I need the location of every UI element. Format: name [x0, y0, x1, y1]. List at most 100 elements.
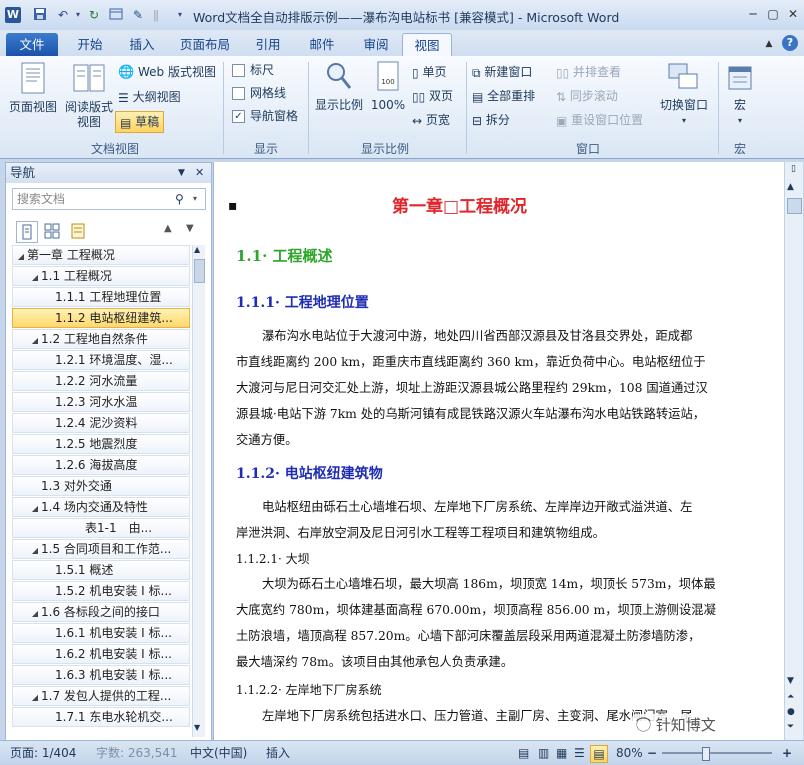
sync-scroll-button[interactable]: ⇅ 同步滚动 [556, 86, 618, 106]
gridlines-checkbox[interactable]: 网格线 [232, 83, 286, 103]
new-window-button[interactable]: ⧉ 新建窗口 [472, 62, 532, 82]
word-app-icon[interactable]: W [5, 7, 21, 23]
tree-scroll-thumb[interactable] [194, 259, 205, 283]
print-layout-button[interactable]: 页面视图 [6, 62, 60, 115]
two-pages-button[interactable]: ▯▯ 双页 [412, 86, 453, 106]
heading-tree-scrollbar[interactable]: ▲ ▼ [192, 245, 205, 737]
ribbon-minimize-icon[interactable]: ▲ [760, 36, 778, 52]
heading-tree-item[interactable]: 1.2.1 环境温度、湿... [12, 350, 190, 370]
heading-tree-item[interactable]: 表1-1 由... [12, 518, 190, 538]
next-page-icon[interactable]: ⏷ [787, 722, 794, 732]
heading-tree-item[interactable]: ◢ 1.2 工程地自然条件 [12, 329, 190, 349]
collapse-triangle-icon[interactable]: ◢ [29, 604, 41, 621]
ruler-checkbox[interactable]: 标尺 [232, 60, 274, 80]
draft-view-icon[interactable]: ▤ [590, 745, 608, 763]
switch-windows-button[interactable]: 切换窗口 ▾ [654, 62, 714, 128]
page-width-button[interactable]: ↔ 页宽 [412, 110, 450, 130]
heading-tree-item[interactable]: 1.2.6 海拔高度 [12, 455, 190, 475]
search-document-field[interactable]: 搜索文档 ⚲ ▾ [12, 188, 206, 210]
collapse-triangle-icon[interactable]: ◢ [29, 499, 41, 516]
document-scroll-thumb[interactable] [787, 198, 802, 214]
redo-icon[interactable]: ↻ [86, 7, 102, 23]
heading-tree-item-selected[interactable]: 1.1.2 电站枢纽建筑... [12, 308, 190, 328]
nav-pane-close-icon[interactable]: ✕ [195, 163, 204, 183]
tab-mailings[interactable]: 邮件 [298, 33, 346, 56]
tab-page-layout[interactable]: 页面布局 [172, 33, 238, 56]
browse-results-tab[interactable] [68, 221, 88, 241]
split-button[interactable]: ⊟ 拆分 [472, 110, 510, 130]
side-by-side-button[interactable]: ▯▯ 并排查看 [556, 62, 621, 82]
browse-pages-tab[interactable] [42, 221, 62, 241]
help-icon[interactable]: ? [782, 35, 798, 51]
save-icon[interactable] [32, 7, 48, 23]
zoom-100-button[interactable]: 100 100% [368, 60, 408, 113]
heading-tree-item[interactable]: 1.3 对外交通 [12, 476, 190, 496]
nav-pane-checkbox[interactable]: ✓ 导航窗格 [232, 106, 298, 126]
tree-scroll-down-icon[interactable]: ▼ [194, 723, 200, 732]
heading-tree-item[interactable]: 1.6.3 机电安装 I 标... [12, 665, 190, 685]
word-count[interactable]: 字数: 263,541 [96, 741, 177, 765]
collapse-triangle-icon[interactable]: ◢ [29, 541, 41, 558]
heading-tree-item[interactable]: 1.2.4 泥沙资料 [12, 413, 190, 433]
heading-tree-item[interactable]: 1.6.1 机电安装 I 标... [12, 623, 190, 643]
heading-tree-item[interactable]: 1.1.1 工程地理位置 [12, 287, 190, 307]
outline-button[interactable]: ☰ 大纲视图 [118, 87, 181, 107]
heading-tree-item[interactable]: 1.7.1 东电水轮机交... [12, 707, 190, 727]
collapse-triangle-icon[interactable]: ◢ [29, 688, 41, 705]
zoom-button[interactable]: 显示比例 [312, 60, 366, 113]
collapse-triangle-icon[interactable]: ◢ [29, 268, 41, 285]
reset-window-position-button[interactable]: ▣ 重设窗口位置 [556, 110, 643, 130]
tab-view[interactable]: 视图 [402, 33, 452, 57]
layout-icon[interactable] [108, 7, 124, 23]
heading-tree-item[interactable]: ◢ 1.1 工程概况 [12, 266, 190, 286]
heading-tree-item[interactable]: 1.2.2 河水流量 [12, 371, 190, 391]
print-layout-view-icon[interactable]: ▤ [518, 741, 529, 765]
tab-review[interactable]: 审阅 [352, 33, 400, 56]
zoom-level[interactable]: 80% [616, 741, 643, 765]
heading-tree-item[interactable]: 1.5.2 机电安装 I 标... [12, 581, 190, 601]
heading-tree-item[interactable]: ◢ 1.5 合同项目和工作范... [12, 539, 190, 559]
format-painter-icon[interactable]: ✎ [130, 7, 146, 23]
zoom-slider-thumb[interactable] [702, 747, 710, 761]
select-browse-object-icon[interactable]: ● [787, 707, 795, 717]
browse-headings-tab[interactable] [16, 221, 38, 243]
arrange-all-button[interactable]: ▤ 全部重排 [472, 86, 535, 106]
search-dropdown-icon[interactable]: ▾ [193, 189, 197, 209]
outline-view-icon[interactable]: ☰ [574, 741, 585, 765]
draft-button[interactable]: ▤ 草稿 [115, 111, 165, 133]
insert-mode-indicator[interactable]: 插入 [266, 741, 290, 765]
collapse-triangle-icon[interactable]: ◢ [15, 247, 27, 264]
tab-insert[interactable]: 插入 [118, 33, 166, 56]
close-button[interactable]: ✕ [784, 6, 802, 22]
maximize-button[interactable]: ▢ [764, 6, 782, 22]
heading-tree-item[interactable]: 1.5.1 概述 [12, 560, 190, 580]
tab-home[interactable]: 开始 [66, 33, 114, 56]
next-heading-icon[interactable]: ▼ [186, 223, 194, 234]
tab-file[interactable]: 文件 [6, 33, 58, 56]
heading-tree-item[interactable]: ◢ 1.4 场内交通及特性 [12, 497, 190, 517]
ruler-toggle-icon[interactable]: ▯ [787, 164, 800, 178]
zoom-out-icon[interactable]: − [647, 741, 657, 765]
pause-icon[interactable]: ǁ [148, 7, 164, 23]
page-indicator[interactable]: 页面: 1/404 [10, 741, 76, 765]
document-scrollbar[interactable]: ▯ ▲ ▼ ⏶ ● ⏷ [784, 162, 803, 740]
web-layout-button[interactable]: 🌐 Web 版式视图 [118, 62, 216, 82]
tab-references[interactable]: 引用 [244, 33, 292, 56]
minimize-button[interactable]: ─ [744, 6, 762, 22]
previous-page-icon[interactable]: ⏶ [787, 692, 794, 702]
web-layout-view-icon[interactable]: ▦ [556, 741, 567, 765]
nav-pane-options-icon[interactable]: ▼ [178, 163, 185, 183]
document-area[interactable]: ▪ 第一章□工程概况 1.1· 工程概述 1.1.1· 工程地理位置 瀑布沟水电… [213, 162, 785, 740]
heading-tree-item[interactable]: ◢ 第一章 工程概况 [12, 245, 190, 265]
reading-view-button[interactable]: 阅读版式 视图 [62, 62, 116, 130]
full-screen-reading-icon[interactable]: ▥ [538, 741, 549, 765]
heading-tree-item[interactable]: 1.2.3 河水水温 [12, 392, 190, 412]
heading-tree-item[interactable]: 1.2.5 地震烈度 [12, 434, 190, 454]
zoom-slider[interactable] [662, 747, 772, 761]
heading-tree-item[interactable]: 1.6.2 机电安装 I 标... [12, 644, 190, 664]
language-indicator[interactable]: 中文(中国) [190, 741, 247, 765]
search-icon[interactable]: ⚲ [175, 189, 184, 209]
undo-icon[interactable]: ↶ [55, 7, 71, 23]
customize-quick-access-icon[interactable]: ▾ [172, 7, 188, 23]
previous-heading-icon[interactable]: ▲ [164, 223, 172, 234]
